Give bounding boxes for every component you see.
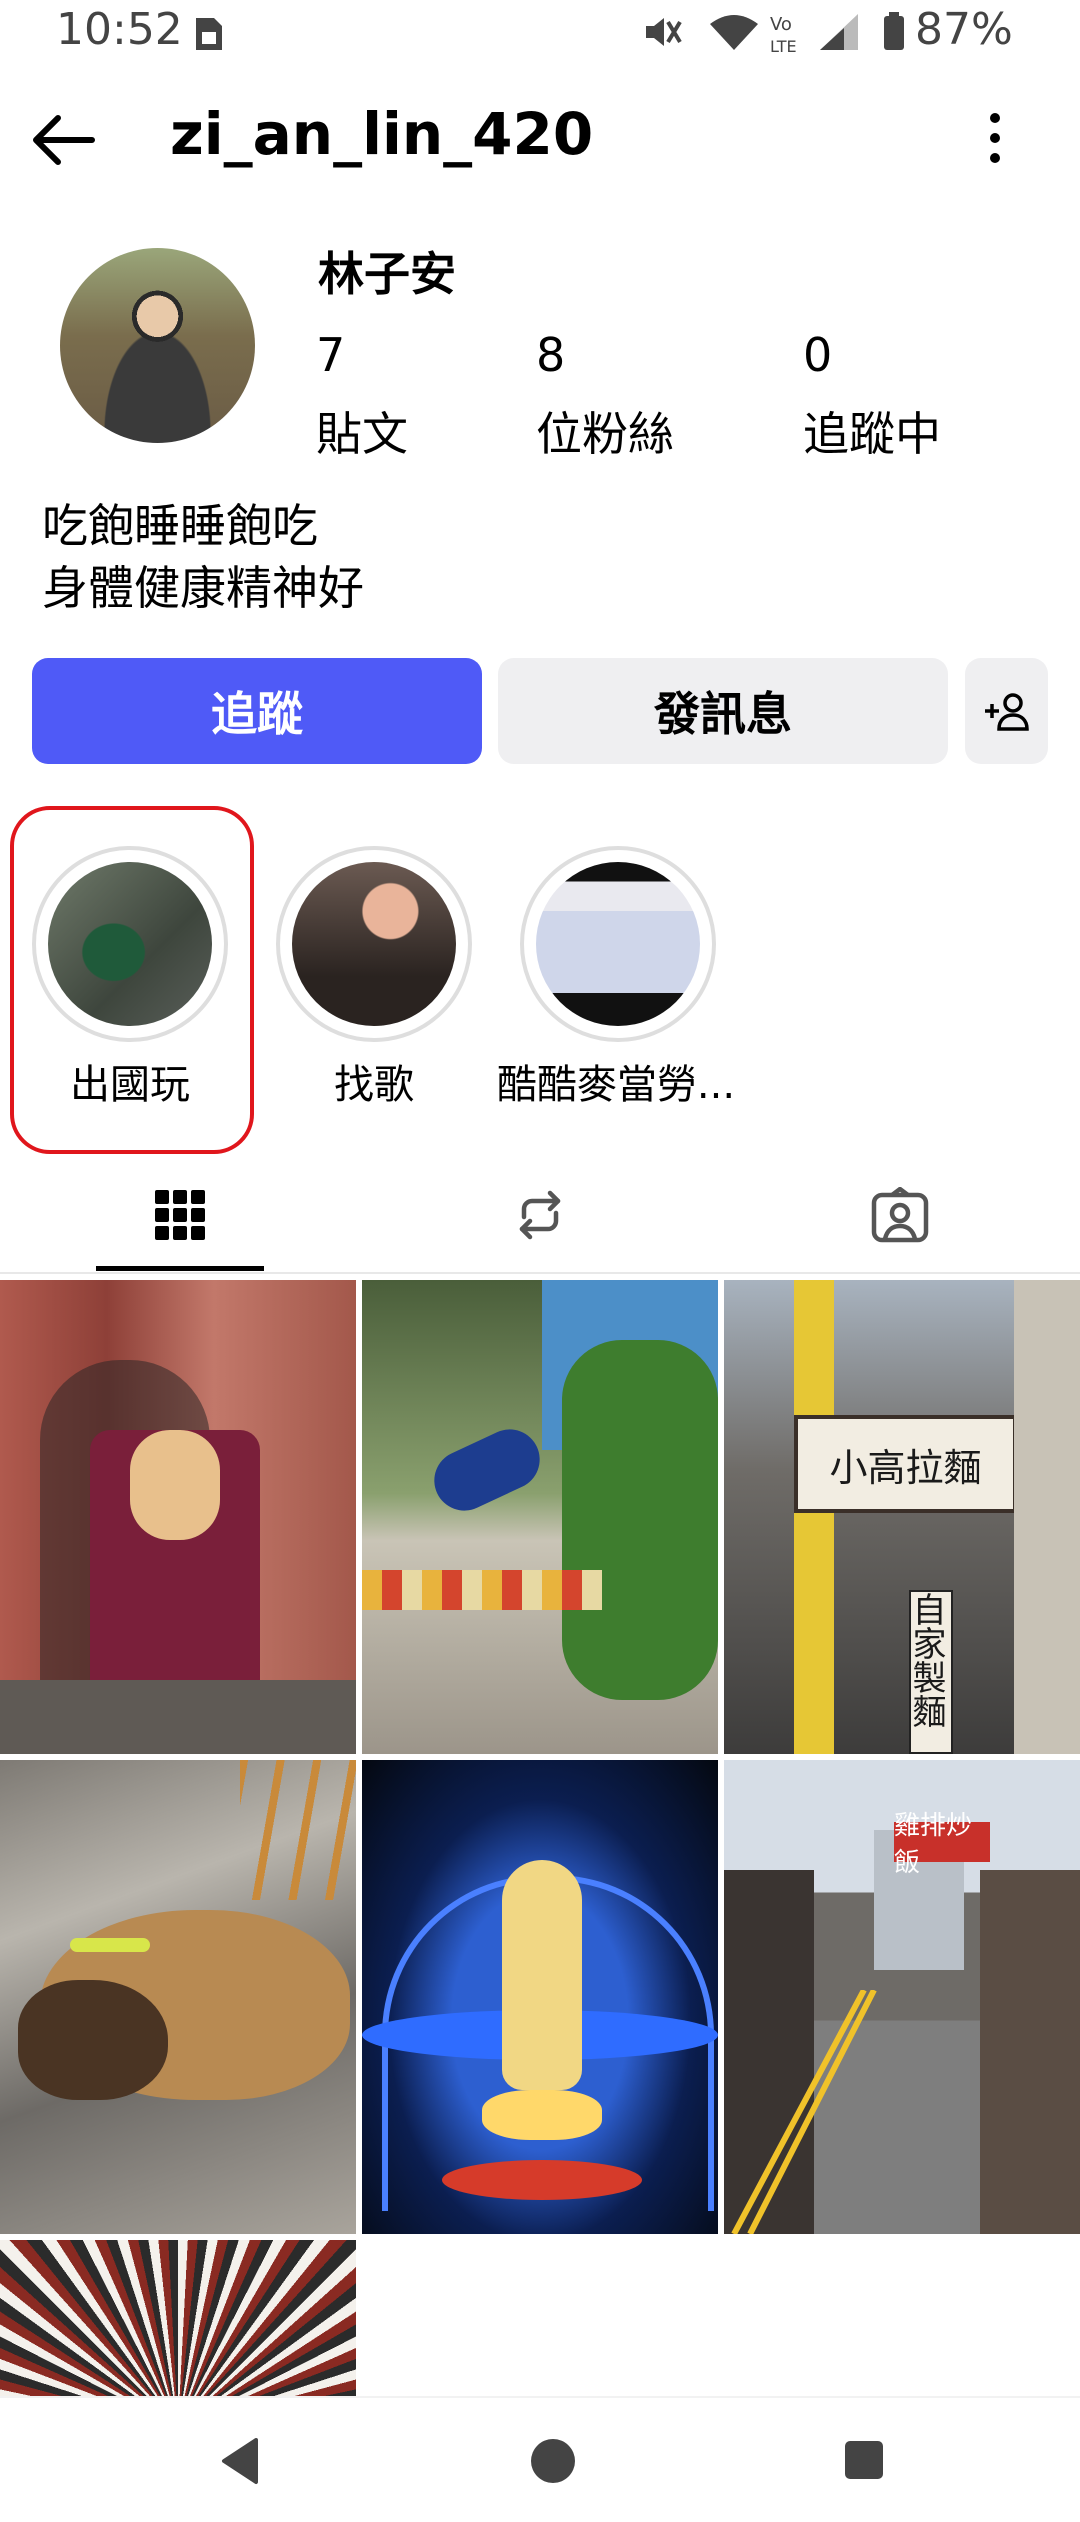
shop-sign: 雞排炒飯 [894,1811,990,1878]
volte-icon: Vo LTE [770,14,797,52]
suggest-users-button[interactable] [965,658,1048,764]
followers-count[interactable]: 8 [536,328,565,382]
follow-button[interactable]: 追蹤 [32,658,482,764]
post-thumbnail[interactable] [0,1760,356,2234]
posts-count[interactable]: 7 [316,328,345,382]
post-thumbnail[interactable] [362,1280,718,1754]
message-button[interactable]: 發訊息 [498,658,948,764]
repost-icon [519,1190,561,1240]
nav-recents-icon[interactable] [842,2438,886,2482]
nav-home-icon[interactable] [528,2436,578,2486]
tab-tagged[interactable] [720,1160,1080,1270]
post-thumbnail[interactable] [362,1760,718,2234]
more-options-icon[interactable] [970,108,1020,168]
post-thumbnail[interactable] [0,2240,356,2396]
display-name: 林子安 [318,247,456,301]
followers-label[interactable]: 位粉絲 [536,398,674,464]
highlight-mcdonalds[interactable] [520,846,716,1042]
system-nav-bar [0,2396,1080,2522]
tab-posts-grid[interactable] [0,1160,360,1270]
status-bar: 10:52 Vo LTE 87% [0,0,1080,64]
shop-sign: 小高拉麵 [794,1415,1017,1513]
road-lines [731,1990,877,2234]
add-person-icon [984,693,1029,731]
nav-back-icon[interactable] [216,2436,264,2486]
tagged-person-icon [871,1187,929,1243]
following-label[interactable]: 追蹤中 [803,398,941,464]
mute-icon [646,18,682,46]
highlight-find-song[interactable] [276,846,472,1042]
highlight-cover [292,862,456,1026]
tab-divider [0,1272,1080,1274]
svg-text:Vo: Vo [770,14,792,35]
post-thumbnail[interactable] [0,1280,356,1754]
grid-icon [155,1190,205,1240]
profile-username: zi_an_lin_420 [170,100,594,168]
post-thumbnail[interactable]: 小高拉麵 自家製麵 [724,1280,1080,1754]
shop-sign-vertical: 自家製麵 [906,1590,953,1754]
highlight-label[interactable]: 酷酷麥當勞... [486,1052,746,1110]
bio-line: 吃飽睡睡飽吃 [42,499,318,553]
signal-icon [820,14,858,50]
status-time: 10:52 [56,4,183,55]
annotation-highlight-box [10,806,254,1154]
post-thumbnail[interactable]: 雞排炒飯 [724,1760,1080,2234]
bio-line: 身體健康精神好 [42,561,364,615]
sim-card-icon [196,18,222,50]
posts-label[interactable]: 貼文 [316,398,408,464]
highlight-label[interactable]: 找歌 [244,1052,504,1110]
highlight-cover [536,862,700,1026]
active-tab-indicator [96,1266,264,1271]
battery-icon [884,12,904,50]
tab-reposts[interactable] [360,1160,720,1270]
wifi-icon [710,15,758,50]
svg-text:LTE: LTE [770,37,797,52]
profile-avatar[interactable] [60,248,255,443]
back-arrow-icon[interactable] [26,100,106,180]
battery-percentage: 87% [915,4,1013,55]
following-count[interactable]: 0 [803,328,832,382]
